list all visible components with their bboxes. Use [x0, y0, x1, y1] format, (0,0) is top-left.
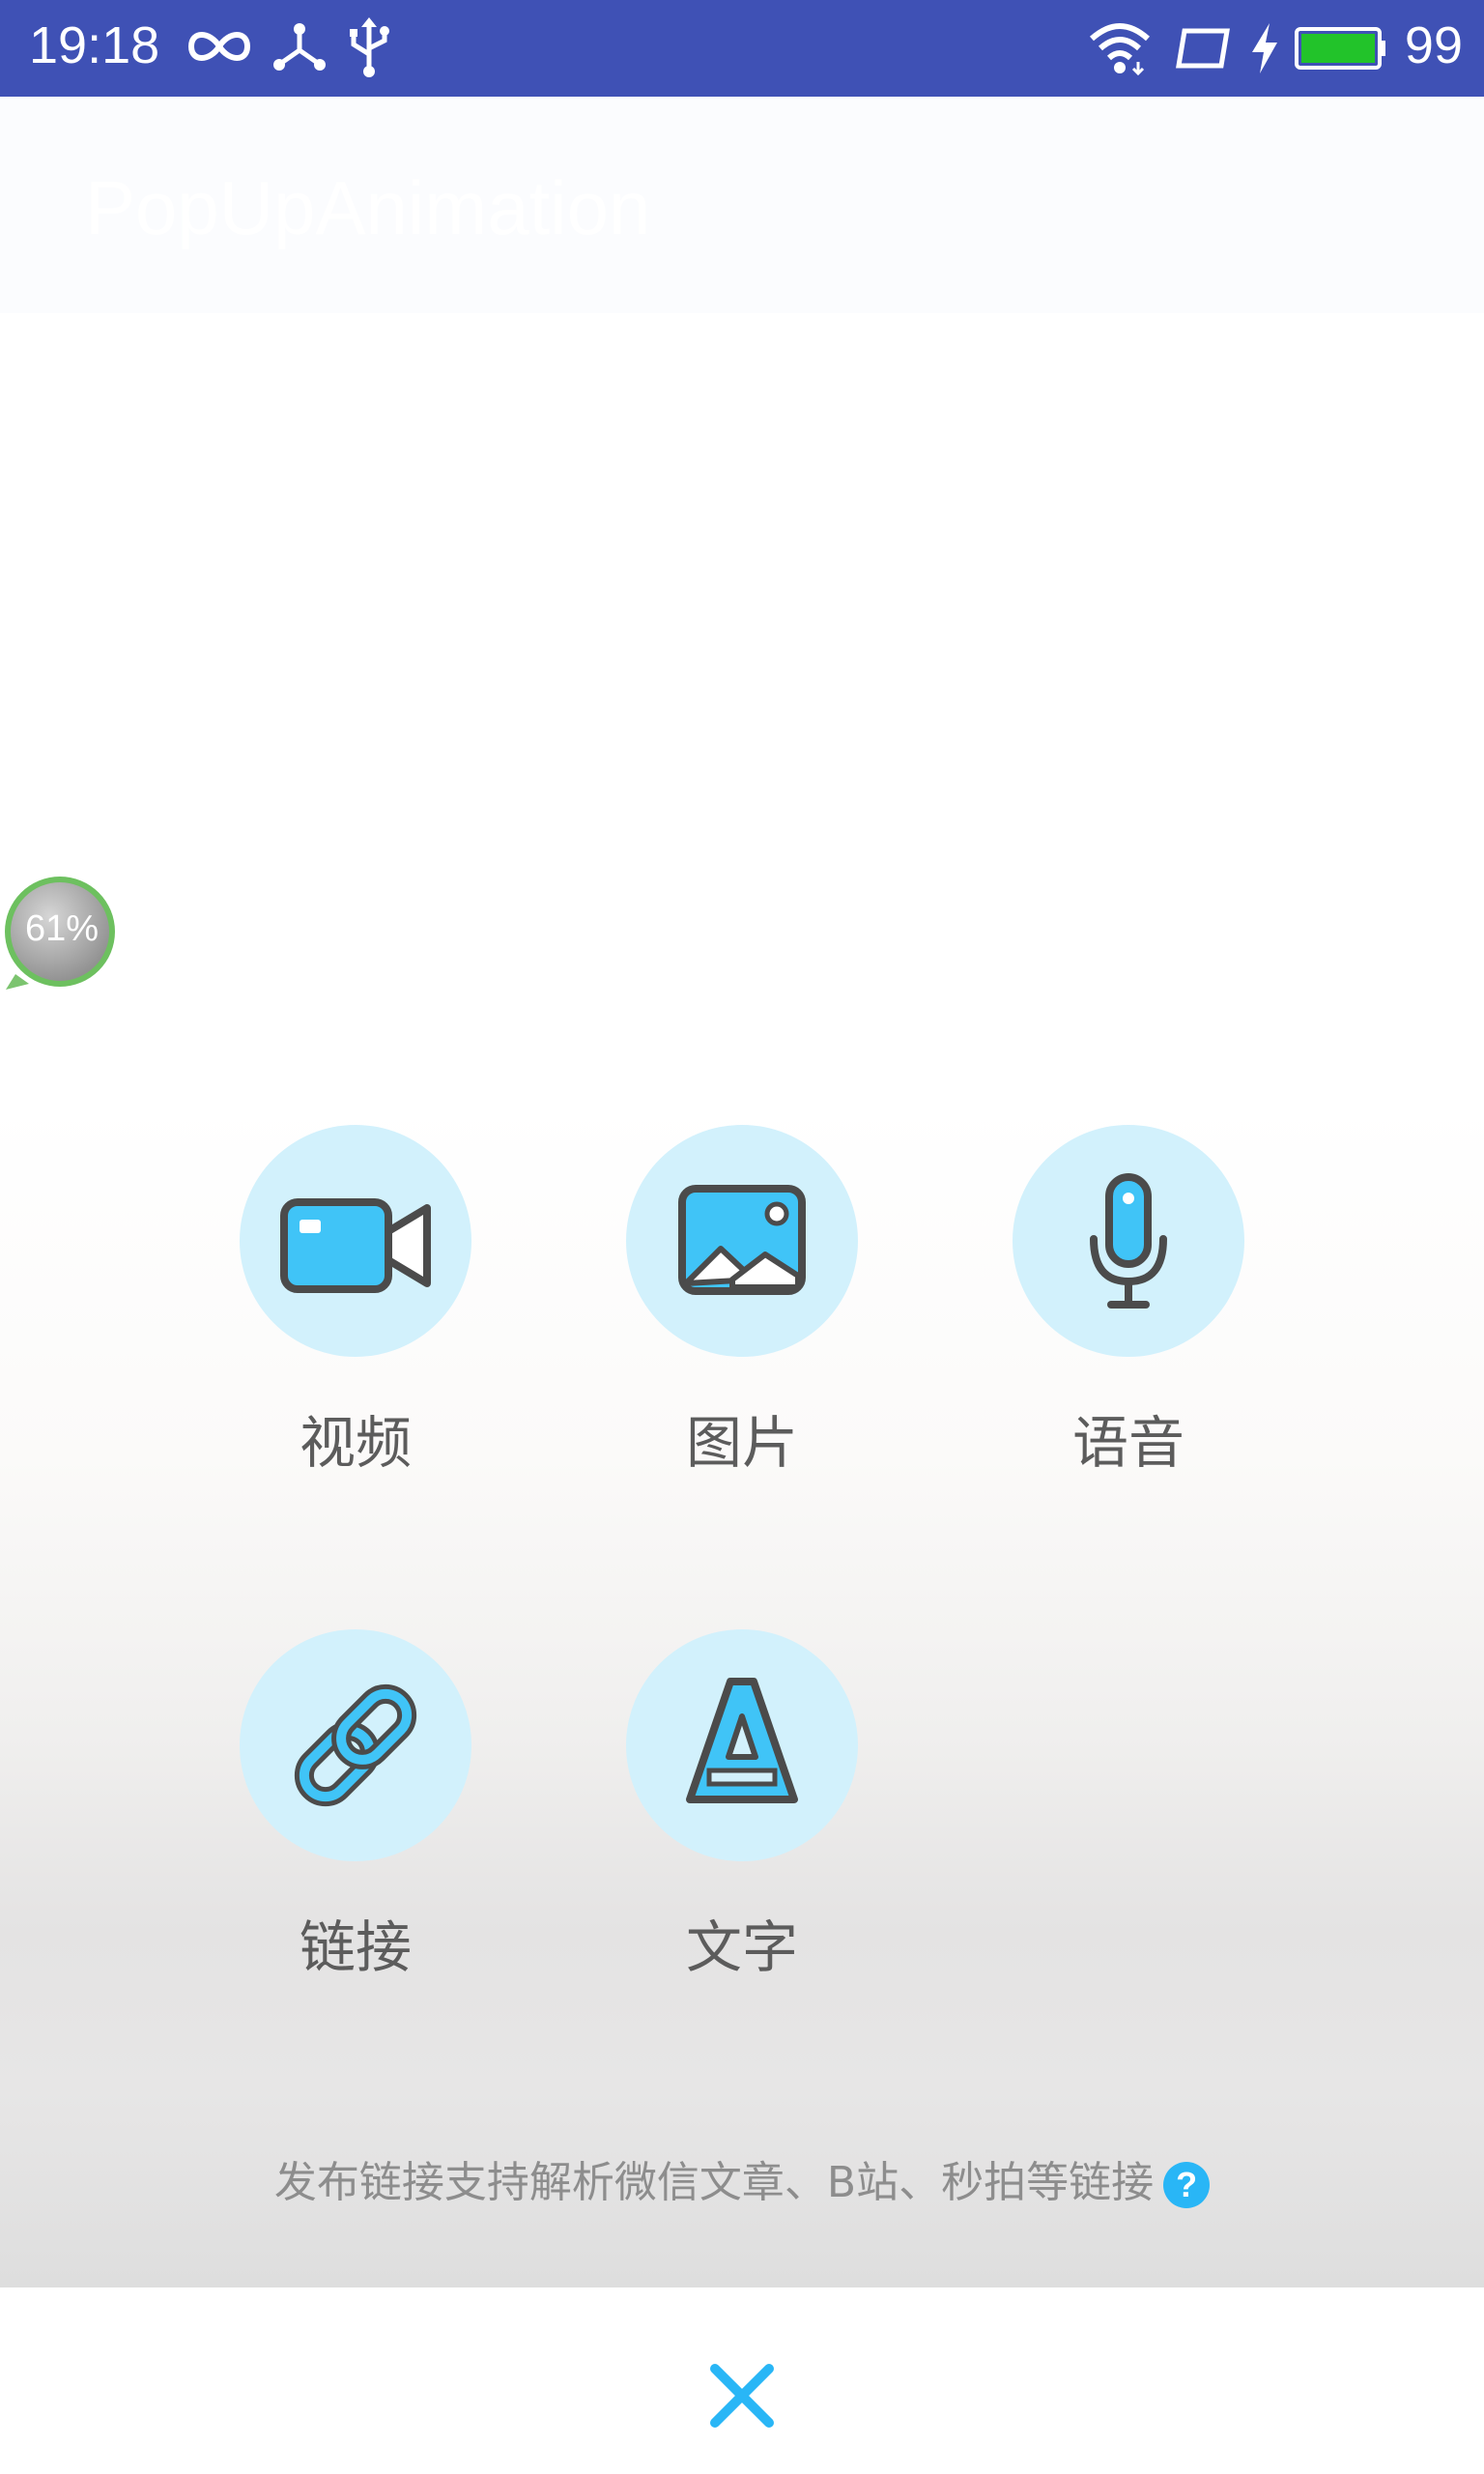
menu-circle — [240, 1629, 471, 1861]
link-hint-text: 发布链接支持解析微信文章、B站、秒拍等链接 — [273, 2158, 1155, 2207]
menu-circle — [626, 1125, 858, 1357]
menu-circle — [626, 1629, 858, 1861]
video-camera-icon — [280, 1198, 431, 1293]
badge-text: 61% — [24, 908, 100, 949]
link-hint: 发布链接支持解析微信文章、B站、秒拍等链接? — [0, 2147, 1484, 2209]
menu-circle — [1013, 1125, 1244, 1357]
menu-label: 视频 — [299, 1410, 412, 1476]
battery-level: 99 — [1404, 16, 1463, 74]
floating-percent-badge[interactable]: 61% — [2, 874, 116, 990]
charging-icon — [1252, 23, 1277, 73]
share-nodes-icon — [273, 23, 326, 71]
menu-circle — [240, 1125, 471, 1357]
microphone-icon — [1090, 1173, 1167, 1309]
menu-item-text[interactable]: 文字 — [597, 1629, 887, 1997]
menu-item-video[interactable]: 视频 — [211, 1125, 500, 1492]
usb-icon — [350, 17, 389, 77]
image-icon — [678, 1185, 806, 1295]
close-icon[interactable] — [694, 2347, 790, 2444]
letter-a-icon — [686, 1678, 798, 1803]
app-title: PopUpAnimation — [85, 165, 651, 250]
status-bar: 19:18 99 — [0, 0, 1484, 97]
link-icon — [294, 1683, 417, 1807]
infinity-icon — [187, 32, 251, 61]
battery-icon — [1295, 27, 1385, 70]
menu-label: 链接 — [299, 1914, 412, 1980]
menu-label: 图片 — [685, 1410, 798, 1476]
wifi-icon — [1089, 23, 1151, 75]
menu-item-link[interactable]: 链接 — [211, 1629, 500, 1997]
bottom-bar — [0, 2287, 1484, 2474]
app-bar: PopUpAnimation — [0, 97, 1484, 313]
help-icon[interactable]: ? — [1163, 2162, 1211, 2208]
menu-item-image[interactable]: 图片 — [597, 1125, 887, 1492]
menu-label: 语音 — [1071, 1410, 1184, 1476]
status-time: 19:18 — [29, 16, 160, 74]
menu-item-voice[interactable]: 语音 — [984, 1125, 1273, 1492]
screen-rotate-icon — [1176, 28, 1230, 69]
menu-label: 文字 — [685, 1914, 798, 1980]
